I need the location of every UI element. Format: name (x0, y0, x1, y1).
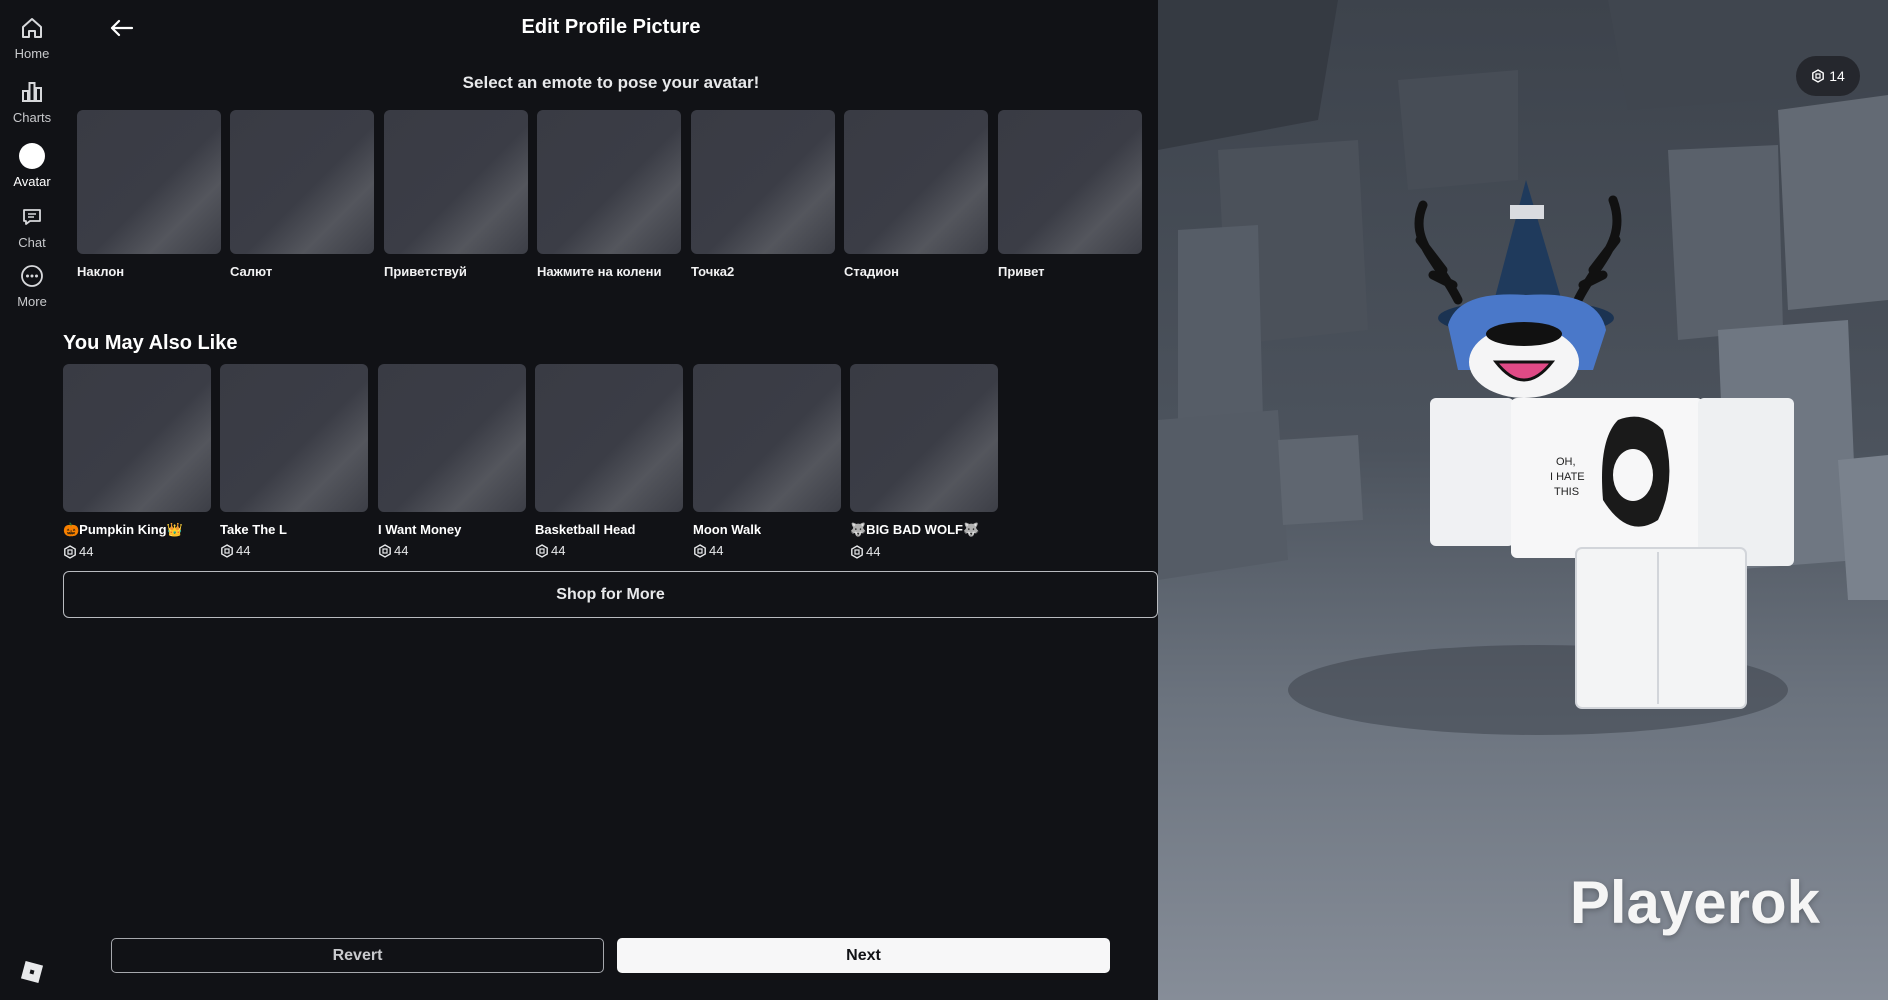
emote-name: Приветствуй (384, 264, 467, 279)
item-price-value: 44 (79, 544, 94, 559)
item-price: 44 (220, 543, 368, 558)
nav-item-charts[interactable]: Charts (0, 78, 64, 125)
recommendation-card[interactable]: Take The L 44 (220, 364, 368, 558)
nav-label: More (17, 294, 47, 309)
emote-thumbnail (537, 110, 681, 254)
recommendation-list: 🎃Pumpkin King👑 44 Take The L 44 I Want M… (63, 364, 1163, 564)
avatar-scene: OH, I HATE THIS (1158, 0, 1888, 735)
emote-name: Наклон (77, 264, 125, 279)
item-thumbnail (850, 364, 998, 512)
item-price: 44 (63, 544, 211, 559)
shirt-text-line: I HATE (1550, 471, 1585, 483)
robux-icon (694, 543, 706, 558)
robux-icon (64, 544, 76, 559)
emote-card[interactable]: Привет (998, 110, 1142, 279)
nav-label: Avatar (13, 174, 51, 189)
emote-card[interactable]: Наклон (77, 110, 221, 279)
emote-name: Салют (230, 264, 273, 279)
emote-thumbnail (691, 110, 835, 254)
robux-icon (1812, 69, 1825, 83)
item-price: 44 (378, 543, 526, 558)
item-price-value: 44 (709, 543, 724, 558)
recommendation-card[interactable]: 🐺BIG BAD WOLF🐺 44 (850, 364, 998, 559)
item-name: Take The L (220, 522, 287, 537)
shop-for-more-button[interactable]: Shop for More (63, 571, 1158, 618)
roblox-logo-icon[interactable] (21, 961, 43, 983)
recommendation-card[interactable]: I Want Money 44 (378, 364, 526, 558)
emote-card[interactable]: Нажмите на колени (537, 110, 681, 279)
robux-balance-chip[interactable]: 14 (1796, 56, 1860, 96)
item-price-value: 44 (866, 544, 881, 559)
item-name: 🐺BIG BAD WOLF🐺 (850, 522, 980, 537)
avatar-preview[interactable]: OH, I HATE THIS 14 Playerok (1158, 0, 1888, 1000)
recommendation-card[interactable]: 🎃Pumpkin King👑 44 (63, 364, 211, 559)
recommendation-card[interactable]: Moon Walk 44 (693, 364, 841, 558)
nav-item-chat[interactable]: Chat (0, 203, 64, 250)
more-icon (21, 265, 43, 287)
emote-list: Наклон Салют Приветствуй Нажмите на коле… (77, 110, 1177, 290)
item-price-value: 44 (236, 543, 251, 558)
next-button[interactable]: Next (617, 938, 1110, 973)
item-name: Moon Walk (693, 522, 762, 537)
avatar-username: Playerok (1569, 869, 1820, 936)
emote-card[interactable]: Приветствуй (384, 110, 528, 279)
emote-thumbnail (384, 110, 528, 254)
page-subtitle: Select an emote to pose your avatar! (462, 73, 760, 92)
nav-label: Home (14, 46, 50, 61)
side-navigation: Home Charts Avatar Chat More (0, 0, 64, 1000)
item-thumbnail (378, 364, 526, 512)
nav-item-home[interactable]: Home (0, 14, 64, 61)
robux-icon (379, 543, 391, 558)
item-price-value: 44 (551, 543, 566, 558)
charts-icon (22, 82, 42, 102)
emote-thumbnail (77, 110, 221, 254)
home-icon (22, 18, 42, 38)
item-thumbnail (63, 364, 211, 512)
emote-name: Точка2 (691, 264, 735, 279)
section-title: You May Also Like (63, 332, 238, 354)
avatar-icon (19, 143, 45, 169)
emote-card[interactable]: Точка2 (691, 110, 835, 279)
item-thumbnail (220, 364, 368, 512)
emote-name: Привет (998, 264, 1045, 279)
item-price: 44 (693, 543, 841, 558)
item-price: 44 (535, 543, 683, 558)
emote-thumbnail (844, 110, 988, 254)
item-name: 🎃Pumpkin King👑 (63, 522, 183, 537)
robux-icon (221, 543, 233, 558)
emote-thumbnail (998, 110, 1142, 254)
item-name: Basketball Head (535, 522, 636, 537)
emote-name: Нажмите на колени (537, 264, 662, 279)
shirt-text-line: OH, (1556, 456, 1576, 468)
recommendation-card[interactable]: Basketball Head 44 (535, 364, 683, 558)
nav-item-avatar[interactable]: Avatar (0, 142, 64, 189)
item-thumbnail (693, 364, 841, 512)
emote-card[interactable]: Стадион (844, 110, 988, 279)
robux-balance: 14 (1829, 68, 1845, 84)
nav-label: Charts (12, 110, 52, 125)
emote-card[interactable]: Салют (230, 110, 374, 279)
robux-icon (536, 543, 548, 558)
item-name: I Want Money (378, 522, 462, 537)
edit-profile-panel: Edit Profile Picture Select an emote to … (63, 0, 1158, 1000)
emote-name: Стадион (844, 264, 900, 279)
page-title: Edit Profile Picture (521, 16, 701, 38)
revert-button[interactable]: Revert (111, 938, 604, 973)
shirt-text-line: THIS (1554, 486, 1579, 498)
item-price-value: 44 (394, 543, 409, 558)
nav-label: Chat (18, 235, 46, 250)
emote-thumbnail (230, 110, 374, 254)
robux-icon (851, 544, 863, 559)
chat-icon (23, 209, 41, 225)
item-price: 44 (850, 544, 998, 559)
nav-item-more[interactable]: More (0, 262, 64, 309)
item-thumbnail (535, 364, 683, 512)
